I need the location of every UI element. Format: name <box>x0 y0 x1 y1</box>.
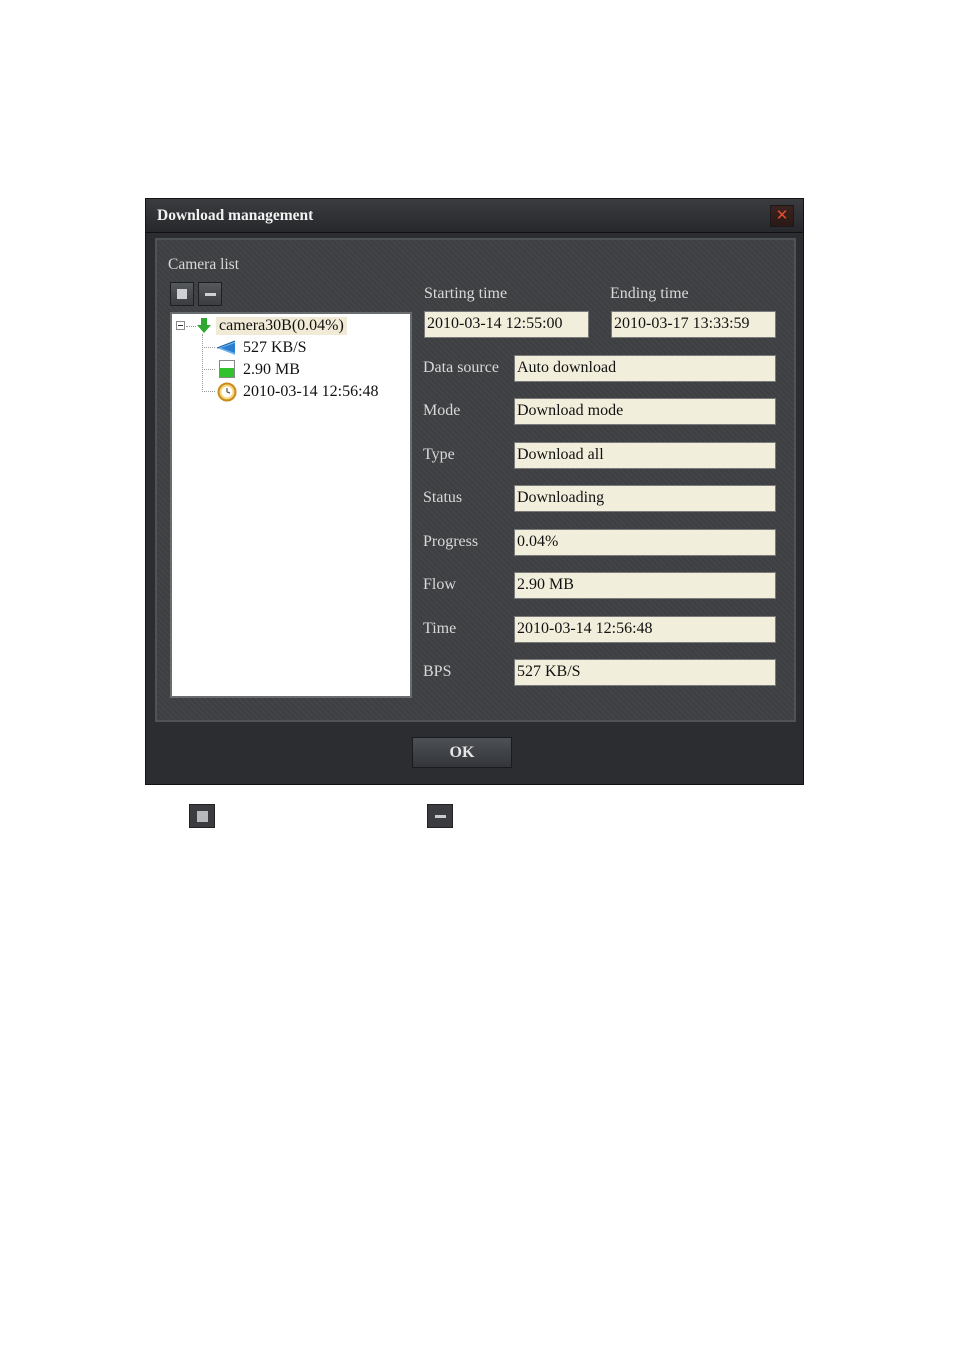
close-button[interactable]: ✕ <box>770 205 794 227</box>
storage-icon <box>219 360 235 378</box>
square-icon <box>197 811 208 822</box>
tree-item-time[interactable]: 2010-03-14 12:56:48 <box>243 383 379 401</box>
tree-root-camera[interactable]: camera30B(0.04%) <box>216 317 347 335</box>
ending-time-label: Ending time <box>610 285 689 302</box>
square-icon <box>177 289 187 299</box>
clock-icon <box>217 382 237 402</box>
speed-icon <box>216 339 236 357</box>
data-source-label: Data source <box>423 359 499 376</box>
dialog-title: Download management <box>157 207 314 224</box>
title-bar[interactable]: Download management ✕ <box>146 199 803 233</box>
progress-label: Progress <box>423 533 479 550</box>
minus-icon <box>205 293 216 296</box>
ending-time-field[interactable]: 2010-03-17 13:33:59 <box>611 311 776 338</box>
ok-button[interactable]: OK <box>412 737 512 768</box>
progress-field[interactable]: 0.04% <box>514 529 776 556</box>
camera-tree[interactable]: camera30B(0.04%) 527 KB/S 2.90 MB 2010-0… <box>170 312 412 698</box>
main-panel: Camera list camera30B(0.04%) 527 KB/S 2.… <box>155 238 796 722</box>
mode-field[interactable]: Download mode <box>514 398 776 425</box>
legend-minus-icon <box>427 804 453 828</box>
tree-item-flow[interactable]: 2.90 MB <box>243 361 300 379</box>
collapse-all-button[interactable] <box>198 282 222 306</box>
status-label: Status <box>423 489 463 506</box>
camera-list-label: Camera list <box>168 256 240 273</box>
expand-all-button[interactable] <box>170 282 194 306</box>
bps-label: BPS <box>423 663 452 680</box>
flow-label: Flow <box>423 576 456 593</box>
close-icon: ✕ <box>775 206 789 224</box>
time-label: Time <box>423 620 457 637</box>
tree-collapse-toggle[interactable] <box>176 321 185 330</box>
download-management-dialog: Download management ✕ Camera list camera… <box>145 198 804 785</box>
flow-field[interactable]: 2.90 MB <box>514 572 776 599</box>
time-field[interactable]: 2010-03-14 12:56:48 <box>514 616 776 643</box>
minus-icon <box>435 815 446 818</box>
type-field[interactable]: Download all <box>514 442 776 469</box>
starting-time-label: Starting time <box>424 285 508 302</box>
starting-time-field[interactable]: 2010-03-14 12:55:00 <box>424 311 589 338</box>
download-arrow-icon <box>196 317 212 335</box>
mode-label: Mode <box>423 402 461 419</box>
type-label: Type <box>423 446 455 463</box>
status-field[interactable]: Downloading <box>514 485 776 512</box>
bps-field[interactable]: 527 KB/S <box>514 659 776 686</box>
data-source-field[interactable]: Auto download <box>514 355 776 382</box>
tree-item-speed[interactable]: 527 KB/S <box>243 339 307 357</box>
legend-square-icon <box>189 804 215 828</box>
